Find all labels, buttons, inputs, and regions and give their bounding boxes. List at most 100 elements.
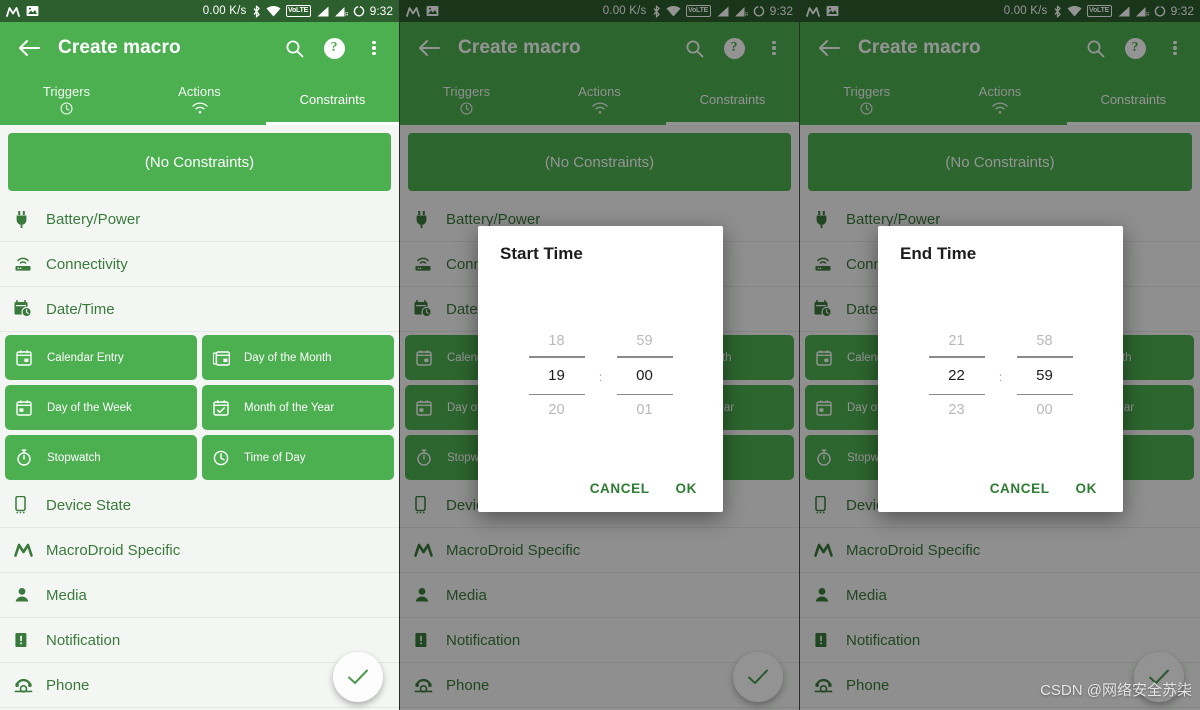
list-item-battery-power[interactable]: Battery/Power	[0, 197, 399, 242]
more-vertical-icon	[372, 40, 376, 56]
status-bar-left	[6, 5, 39, 17]
status-bar-right: 0.00 K/s VoLTE R 9:32	[203, 4, 393, 18]
list-item-label: Device State	[46, 496, 132, 514]
macrodroid-logo-icon	[6, 6, 20, 17]
dialog-title: Start Time	[500, 244, 583, 263]
chip-calendar-entry[interactable]: Calendar Entry	[5, 335, 197, 380]
hour-next-value: 20	[548, 402, 565, 419]
overflow-menu-button[interactable]	[361, 35, 387, 61]
help-button[interactable]: ?	[321, 35, 347, 61]
plug-icon	[14, 210, 40, 228]
router-icon	[14, 256, 40, 272]
panel-1: 0.00 K/s VoLTE R 9:32	[0, 0, 400, 710]
minute-prev-value: 59	[636, 332, 653, 349]
hour-wheel[interactable]: 18 19 20	[526, 326, 588, 425]
no-constraints-label: (No Constraints)	[144, 153, 255, 171]
clock-icon	[213, 450, 235, 466]
end-time-dialog: End Time 21 22 23 : 58 59 00 CANCEL OK	[878, 226, 1123, 512]
minute-wheel[interactable]: 59 00 01	[614, 326, 676, 425]
stopwatch-icon	[16, 449, 38, 466]
list-item-macrodroid-specific[interactable]: MacroDroid Specific	[0, 528, 399, 573]
chip-day-of-the-month[interactable]: Day of the Month	[202, 335, 394, 380]
calendar-check-icon	[213, 399, 235, 416]
svg-text:R: R	[345, 12, 348, 17]
cancel-button[interactable]: CANCEL	[590, 481, 650, 496]
chip-stopwatch[interactable]: Stopwatch	[5, 435, 197, 480]
network-speed: 0.00 K/s	[202, 5, 247, 17]
list-item-device-state[interactable]: Device State	[0, 483, 399, 528]
tab-actions-label: Actions	[178, 83, 221, 99]
list-item-notification[interactable]: Notification	[0, 618, 399, 663]
hour-wheel[interactable]: 21 22 23	[926, 326, 988, 425]
app-bar: Create macro ? Triggers Actions Constrai…	[0, 22, 399, 125]
dialog-title: End Time	[900, 244, 977, 263]
list-item-label: MacroDroid Specific	[46, 541, 181, 559]
chip-time-of-day[interactable]: Time of Day	[202, 435, 394, 480]
ok-button[interactable]: OK	[676, 481, 697, 496]
list-item-label: Battery/Power	[46, 210, 141, 228]
tab-triggers-label: Triggers	[42, 83, 91, 99]
minute-wheel[interactable]: 58 59 00	[1014, 326, 1076, 425]
time-picker: 18 19 20 : 59 00 01	[500, 270, 701, 481]
search-icon	[285, 39, 304, 58]
list-item-label: Notification	[46, 631, 121, 649]
chip-label: Time of Day	[244, 451, 306, 464]
notification-exclamation-icon	[14, 632, 40, 648]
list-item-label: Phone	[46, 676, 90, 694]
panel-3: 0.00 K/s VoLTE R 9:32 Create macro ? Tri…	[800, 0, 1200, 710]
content-area-1: (No Constraints) Battery/Power Connectiv…	[0, 133, 399, 710]
calendar-stack-icon	[213, 350, 235, 366]
chip-label: Day of the Week	[47, 401, 132, 414]
signal-bar-icon	[316, 6, 329, 17]
bluetooth-icon	[252, 5, 261, 18]
list-item-date-time[interactable]: Date/Time	[0, 287, 399, 332]
calendar-entry-icon	[16, 349, 38, 366]
dialog-actions: CANCEL OK	[500, 481, 701, 502]
tab-bar: Triggers Actions Constraints	[0, 74, 399, 125]
list-item-label: Date/Time	[46, 300, 115, 318]
back-button[interactable]	[12, 31, 46, 65]
hour-prev-value: 18	[548, 332, 565, 349]
page-title: Create macro	[58, 37, 181, 58]
dialog-actions: CANCEL OK	[900, 481, 1101, 502]
list-item-media[interactable]: Media	[0, 573, 399, 618]
telephone-icon	[14, 677, 40, 693]
tab-actions[interactable]: Actions	[133, 74, 266, 125]
cancel-button[interactable]: CANCEL	[990, 481, 1050, 496]
time-separator: :	[998, 369, 1003, 384]
alarm-circle-icon	[353, 5, 365, 17]
screenshot-triptych: 0.00 K/s VoLTE R 9:32	[0, 0, 1200, 710]
time-separator: :	[598, 369, 603, 384]
time-picker: 21 22 23 : 58 59 00	[900, 270, 1101, 481]
person-icon	[14, 587, 40, 603]
tab-constraints[interactable]: Constraints	[266, 74, 399, 125]
chip-month-of-the-year[interactable]: Month of the Year	[202, 385, 394, 430]
start-time-dialog: Start Time 18 19 20 : 59 00 01 CANCEL OK	[478, 226, 723, 512]
chip-day-of-the-week[interactable]: Day of the Week	[5, 385, 197, 430]
chip-label: Day of the Month	[244, 351, 332, 364]
help-icon: ?	[323, 37, 345, 59]
app-bar-top: Create macro ?	[0, 22, 399, 74]
minute-selected-value: 00	[636, 366, 653, 384]
ok-button[interactable]: OK	[1076, 481, 1097, 496]
hour-next-value: 23	[948, 402, 965, 419]
signal-bar-roaming-icon: R	[334, 6, 348, 17]
hour-selected-value: 22	[948, 366, 965, 384]
search-button[interactable]	[281, 35, 307, 61]
hour-prev-value: 21	[948, 332, 965, 349]
minute-next-value: 01	[636, 402, 653, 419]
tab-active-indicator	[265, 122, 399, 125]
volte-icon: VoLTE	[285, 5, 311, 17]
clock-time: 9:32	[369, 4, 393, 18]
no-constraints-banner[interactable]: (No Constraints)	[8, 133, 391, 191]
list-item-connectivity[interactable]: Connectivity	[0, 242, 399, 287]
list-item-label: Media	[46, 586, 87, 604]
phone-device-icon	[14, 496, 40, 514]
chip-label: Stopwatch	[47, 451, 101, 464]
tab-triggers[interactable]: Triggers	[0, 74, 133, 125]
chip-label: Calendar Entry	[47, 351, 124, 364]
minute-next-value: 00	[1036, 402, 1053, 419]
calendar-clock-icon	[14, 300, 40, 318]
hour-selected-value: 19	[548, 366, 565, 384]
confirm-fab[interactable]	[333, 652, 383, 702]
